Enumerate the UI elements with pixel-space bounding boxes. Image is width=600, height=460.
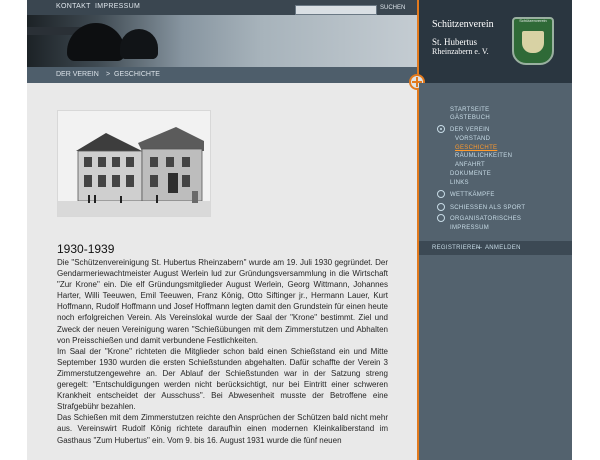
sidebar-item-raeumlichkeiten[interactable]: RÄUMLICHKEITEN xyxy=(455,153,512,159)
bullet-icon xyxy=(437,125,445,133)
top-navigation: KONTAKT IMPRESSUM SUCHEN xyxy=(27,0,417,15)
bullet-icon xyxy=(437,190,445,198)
article-paragraph: Das Schießen mit dem Zimmerstutzen reich… xyxy=(57,413,388,445)
breadcrumb-verein[interactable]: DER VEREIN xyxy=(56,71,99,78)
sidebar-item-geschichte[interactable]: GESCHICHTE xyxy=(455,145,497,151)
club-crest-logo: Schützenverein xyxy=(512,17,554,65)
bullet-icon xyxy=(437,203,445,211)
sidebar-navigation: STARTSEITE GÄSTEBUCH DER VEREIN VORSTAND… xyxy=(419,83,572,460)
sidebar-item-gaestebuch[interactable]: GÄSTEBUCH xyxy=(450,115,490,121)
sidebar-item-organisatorisches[interactable]: ORGANISATORISCHES xyxy=(450,216,521,222)
search-button[interactable]: SUCHEN xyxy=(380,5,405,11)
header-photo xyxy=(27,15,417,67)
article-body: Die "Schützenvereinigung St. Hubertus Rh… xyxy=(57,257,388,446)
club-name-line1: Schützenverein xyxy=(432,19,494,30)
login-bar: REGISTRIEREN — ANMELDEN xyxy=(419,241,572,255)
sidebar-item-dokumente[interactable]: DOKUMENTE xyxy=(450,171,491,177)
article-paragraph: Im Saal der "Krone" richteten die Mitgli… xyxy=(57,346,388,412)
section-title: 1930-1939 xyxy=(57,242,115,256)
sidebar-item-impressum[interactable]: IMPRESSUM xyxy=(450,225,489,231)
nav-link-kontakt[interactable]: KONTAKT xyxy=(56,3,91,10)
crest-label: Schützenverein xyxy=(519,18,547,23)
sidebar-item-anfahrt[interactable]: ANFAHRT xyxy=(455,162,485,168)
register-link[interactable]: REGISTRIEREN xyxy=(432,245,481,251)
article-paragraph: Die "Schützenvereinigung St. Hubertus Rh… xyxy=(57,258,388,345)
sidebar-item-links[interactable]: LINKS xyxy=(450,180,469,186)
breadcrumb-geschichte[interactable]: GESCHICHTE xyxy=(114,71,160,78)
sidebar-item-startseite[interactable]: STARTSEITE xyxy=(450,107,489,113)
bullet-icon xyxy=(437,214,445,222)
historic-building-photo xyxy=(57,110,211,217)
club-header: Schützenverein St. Hubertus Rheinzabern … xyxy=(419,0,572,83)
sidebar-item-der-verein[interactable]: DER VEREIN xyxy=(450,127,490,133)
club-name-line3: Rheinzabern e. V. xyxy=(432,47,489,56)
login-link[interactable]: ANMELDEN xyxy=(485,245,521,251)
search-input[interactable] xyxy=(295,5,377,15)
header-banner: KONTAKT IMPRESSUM SUCHEN DER VEREIN > GE… xyxy=(27,0,417,83)
nav-link-impressum[interactable]: IMPRESSUM xyxy=(95,3,140,10)
breadcrumb: DER VEREIN > GESCHICHTE xyxy=(27,67,417,83)
club-name-line2: St. Hubertus xyxy=(432,37,477,47)
sidebar-item-wettkaempfe[interactable]: WETTKÄMPFE xyxy=(450,192,495,198)
login-separator: — xyxy=(476,245,483,251)
breadcrumb-separator: > xyxy=(106,71,111,78)
sidebar-item-schiessen-als-sport[interactable]: SCHIESSEN ALS SPORT xyxy=(450,205,525,211)
sidebar-item-vorstand[interactable]: VORSTAND xyxy=(455,136,490,142)
